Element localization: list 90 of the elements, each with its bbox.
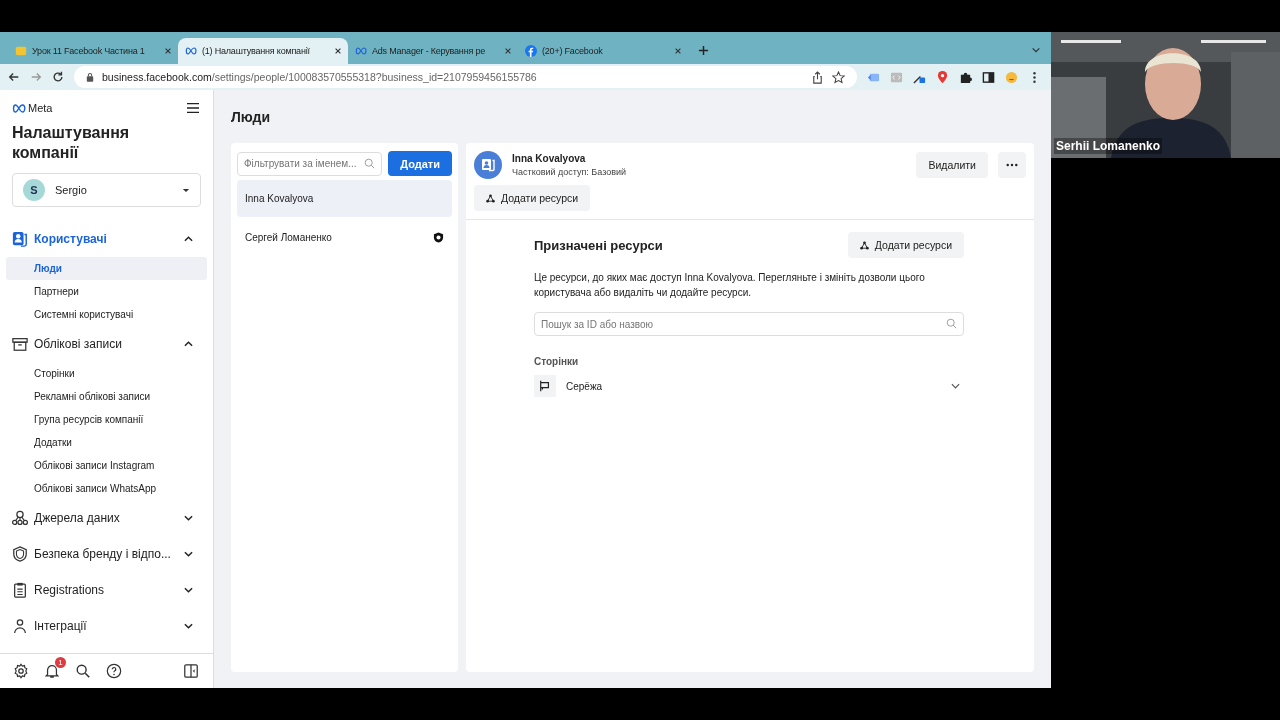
close-icon[interactable] [674, 47, 682, 55]
chevron-down-icon [184, 515, 193, 521]
add-button[interactable]: Додати [388, 151, 452, 176]
nav-item[interactable]: Партнери [0, 280, 207, 303]
add-resources-button[interactable]: Додати ресурси [847, 232, 964, 258]
reload-icon[interactable] [52, 71, 64, 83]
access-level: Частковий доступ: Базовий [512, 167, 627, 177]
filter-field[interactable]: Фільтрувати за іменем... [237, 151, 383, 176]
chevron-down-icon [184, 623, 193, 629]
back-icon[interactable] [8, 71, 20, 83]
nodes-icon [486, 193, 495, 203]
star-icon[interactable] [832, 70, 845, 84]
person-item[interactable]: Inna Kovalyova [237, 180, 452, 217]
side-panel-icon[interactable] [982, 70, 995, 84]
close-icon[interactable] [164, 47, 172, 55]
browser-tab[interactable]: (1) Налаштування компанії [178, 38, 348, 64]
search-icon [364, 157, 376, 169]
nav-section[interactable]: Джерела даних [0, 500, 213, 536]
panel-toggle-icon[interactable] [183, 663, 199, 679]
search-icon [946, 318, 957, 329]
group-label: Сторінки [534, 356, 580, 367]
infinity-icon [185, 45, 197, 57]
nav-item[interactable]: Група ресурсів компанії [0, 408, 207, 431]
people-icon [12, 231, 28, 247]
share-icon[interactable] [811, 70, 824, 84]
location-pin-icon[interactable] [936, 70, 949, 84]
chevron-down-icon[interactable] [1031, 46, 1041, 54]
account-avatar: S [23, 179, 45, 201]
add-resources-button[interactable]: Додати ресурси [474, 185, 591, 211]
business-settings-title: Налаштування компанії [11, 123, 131, 163]
nav-item[interactable]: Додатки [0, 431, 207, 454]
flag-icon [534, 375, 556, 397]
caret-icon [182, 187, 190, 193]
person-name: Inna Kovalyova [245, 193, 315, 204]
menu-icon[interactable] [186, 102, 200, 114]
chevron-down-icon [184, 587, 193, 593]
emoji-icon[interactable] [1005, 70, 1018, 84]
person-item[interactable]: Сергей Ломаненко [237, 219, 452, 256]
user-avatar [474, 151, 502, 179]
chevron-up-icon [184, 341, 193, 347]
meta-logo: Meta [12, 102, 53, 114]
new-tab-icon[interactable] [698, 45, 709, 56]
nav-item[interactable]: Облікові записи WhatsApp [0, 477, 207, 500]
more-icon [1006, 163, 1018, 167]
facebook-icon [525, 45, 537, 57]
resource-search-field[interactable]: Пошук за ID або назвою [534, 312, 964, 336]
description-text: Це ресурси, до яких має доступ Inna Kovalyova. Перегляньте і змініть дозволи цього користувача або видаліть чи додайте ресурси. [534, 271, 926, 300]
nav-item[interactable]: Люди [6, 257, 207, 280]
notification-count: 1 [55, 657, 66, 668]
section-title: Призначені ресурси [534, 237, 663, 253]
close-icon[interactable] [334, 47, 342, 55]
page-title: Люди [231, 109, 272, 125]
chevron-down-icon [184, 551, 193, 557]
lock-icon [86, 72, 94, 82]
user-name: Inna Kovalyova [512, 153, 587, 164]
nav-section[interactable]: Користувачі [0, 221, 213, 257]
search-icon[interactable] [75, 663, 91, 679]
shield-icon [12, 546, 28, 562]
nav-section[interactable]: Registrations [0, 572, 213, 608]
person-name: Сергей Ломаненко [245, 232, 333, 243]
help-icon[interactable] [106, 663, 122, 679]
address-bar[interactable]: business.facebook.com/settings/people/100083570555318?business_id=2107959456155786 [74, 66, 857, 88]
nav-section[interactable]: Облікові записи [0, 326, 213, 362]
chevron-down-icon [951, 383, 960, 389]
archive-box-icon [12, 336, 28, 352]
browser-tab[interactable]: Ads Manager - Керування ре [348, 38, 518, 64]
settings-icon[interactable] [13, 663, 29, 679]
bell-icon[interactable] [44, 663, 60, 679]
nav-item[interactable]: Облікові записи Instagram [0, 454, 207, 477]
nodes-icon [12, 510, 28, 526]
participant-name: Serhii Lomanenko [1054, 138, 1163, 154]
person-icon [12, 618, 28, 634]
nav-item[interactable]: Сторінки [0, 362, 207, 385]
document-icon [15, 45, 27, 57]
nav-section[interactable]: Безпека бренду і відпо... [0, 536, 213, 572]
browser-tab[interactable]: (20+) Facebook [518, 38, 688, 64]
browser-tab[interactable]: Урок 11 Facebook Частина 1 [8, 38, 178, 64]
nav-item[interactable]: Системні користувачі [0, 303, 207, 326]
close-icon[interactable] [504, 47, 512, 55]
infinity-icon [355, 45, 367, 57]
nav-item[interactable]: Рекламні облікові записи [0, 385, 207, 408]
url-text: business.facebook.com/settings/people/100083570555318?business_id=2107959456155786 [102, 71, 537, 83]
clipboard-icon [12, 582, 28, 598]
puzzle-icon[interactable] [959, 70, 972, 84]
page-row[interactable]: Серёжа [534, 373, 964, 399]
chevron-up-icon [184, 236, 193, 242]
delete-button[interactable]: Видалити [916, 152, 988, 178]
account-selector[interactable]: S Sergio [12, 173, 201, 207]
nav-section[interactable]: Інтеграції [0, 608, 213, 644]
nodes-icon [859, 240, 869, 250]
